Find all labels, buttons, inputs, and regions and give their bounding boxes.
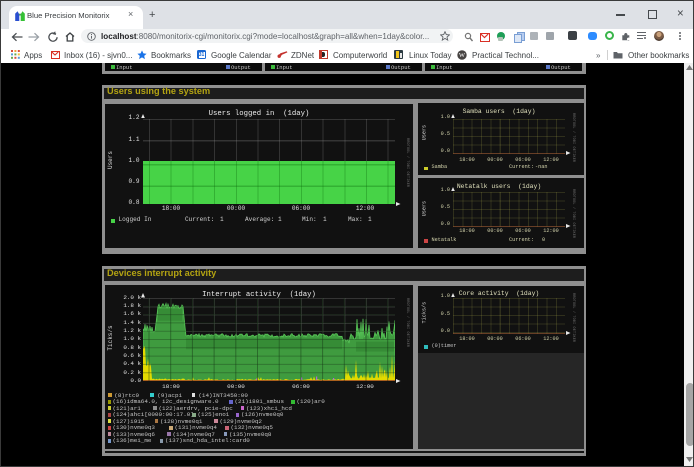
svg-text:W: W bbox=[459, 52, 466, 59]
